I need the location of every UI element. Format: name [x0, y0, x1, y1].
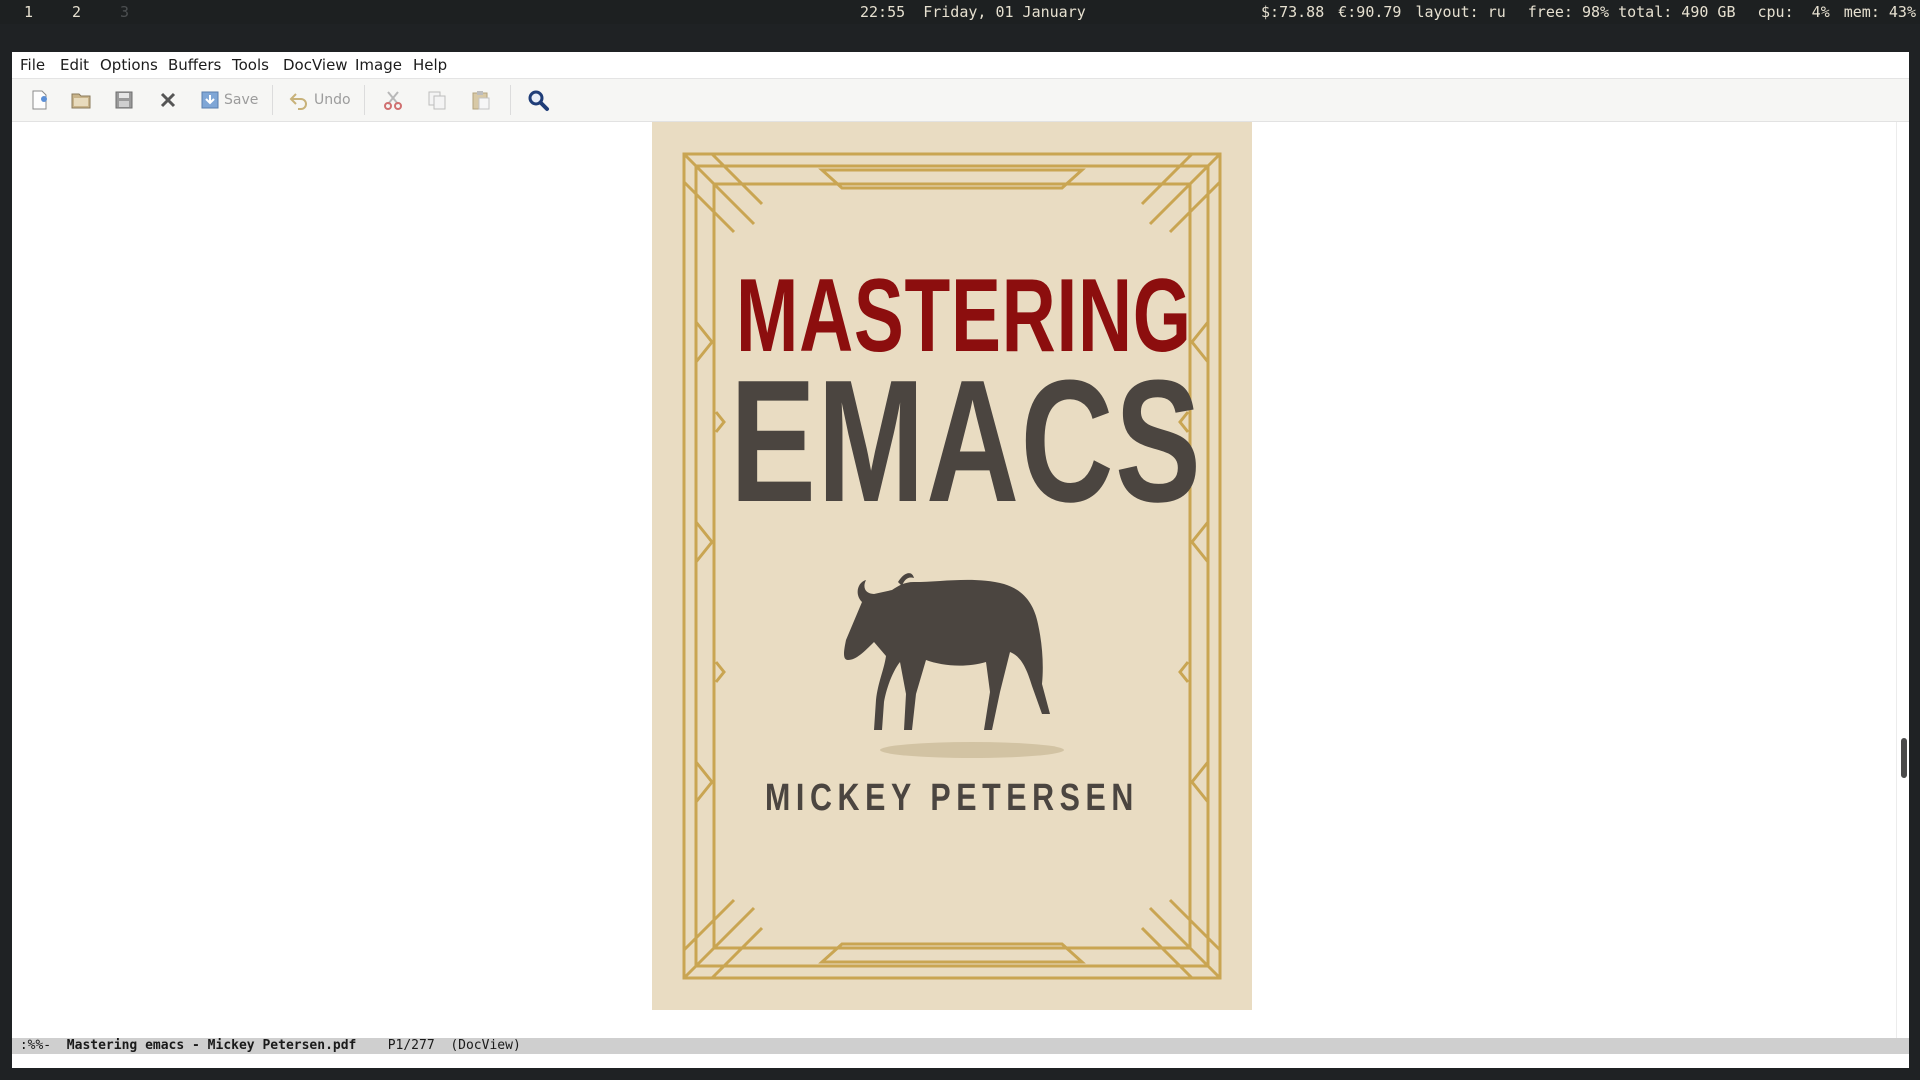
- cover-title-line2: EMACS: [730, 343, 1203, 538]
- menu-tools[interactable]: Tools: [232, 56, 269, 74]
- system-status-bar: 1 2 3 22:55 Friday, 01 January $:73.88 €:…: [0, 0, 1920, 24]
- mem-usage: mem: 43%: [1843, 3, 1916, 21]
- cpu-usage: cpu: 4%: [1757, 3, 1830, 21]
- mode-line: :%%- Mastering emacs - Mickey Petersen.p…: [12, 1038, 1909, 1054]
- undo-button[interactable]: Undo: [288, 88, 351, 112]
- menu-help[interactable]: Help: [413, 56, 447, 74]
- cut-button[interactable]: [382, 88, 404, 112]
- eur-rate: €:90.79: [1338, 3, 1402, 21]
- workspace-1[interactable]: 1: [24, 0, 33, 24]
- modeline-mode[interactable]: (DocView): [450, 1038, 520, 1053]
- undo-label: Undo: [314, 92, 351, 108]
- tool-bar: Save Undo: [12, 79, 1909, 122]
- vertical-scrollbar[interactable]: [1896, 122, 1909, 1038]
- menu-docview[interactable]: DocView: [283, 56, 348, 74]
- paste-icon: [472, 91, 490, 110]
- toolbar-separator: [272, 85, 273, 115]
- clock-date: Friday, 01 January: [923, 3, 1086, 21]
- menu-buffers[interactable]: Buffers: [168, 56, 221, 74]
- new-file-button[interactable]: [28, 88, 50, 112]
- menu-file[interactable]: File: [20, 56, 45, 74]
- menu-image[interactable]: Image: [355, 56, 402, 74]
- wildebeest-illustration: [844, 573, 1064, 758]
- emacs-frame: File Edit Options Buffers Tools DocView …: [12, 52, 1909, 1068]
- kill-buffer-button[interactable]: [157, 88, 179, 112]
- toolbar-separator: [364, 85, 365, 115]
- modeline-buffer-name[interactable]: Mastering emacs - Mickey Petersen.pdf: [67, 1038, 357, 1053]
- pdf-page: MASTERING EMACS MICKEY PETERSEN: [652, 122, 1252, 1010]
- clock: 22:55 Friday, 01 January: [860, 0, 1086, 24]
- system-info: $:73.88 €:90.79 layout: ru free: 98% total:…: [1247, 0, 1916, 24]
- new-file-icon: [32, 90, 47, 110]
- save-button[interactable]: Save: [200, 88, 258, 112]
- cut-icon: [384, 91, 402, 110]
- menu-bar: File Edit Options Buffers Tools DocView …: [12, 52, 1909, 79]
- keyboard-layout: layout: ru: [1415, 3, 1506, 21]
- menu-edit[interactable]: Edit: [60, 56, 89, 74]
- save-disk-icon: [115, 91, 133, 109]
- docview-area[interactable]: MASTERING EMACS MICKEY PETERSEN: [12, 122, 1897, 1038]
- search-icon: [528, 90, 549, 111]
- paste-button[interactable]: [470, 88, 492, 112]
- scrollbar-thumb[interactable]: [1901, 738, 1907, 778]
- search-button[interactable]: [526, 88, 550, 112]
- workspace-2[interactable]: 2: [72, 0, 81, 24]
- undo-icon: [289, 93, 307, 110]
- echo-area[interactable]: [12, 1054, 1909, 1068]
- open-folder-icon: [71, 93, 91, 109]
- workspace-3[interactable]: 3: [120, 0, 129, 24]
- save-icon: [201, 91, 219, 109]
- toolbar-separator: [510, 85, 511, 115]
- menu-options[interactable]: Options: [100, 56, 158, 74]
- close-icon: [160, 92, 176, 108]
- save-label: Save: [224, 92, 259, 108]
- copy-icon: [428, 91, 446, 110]
- disk-usage: free: 98% total: 490 GB: [1527, 3, 1736, 21]
- cover-author: MICKEY PETERSEN: [765, 777, 1139, 819]
- clock-time: 22:55: [860, 3, 906, 21]
- copy-button[interactable]: [426, 88, 448, 112]
- usd-rate: $:73.88: [1261, 3, 1325, 21]
- open-file-button[interactable]: [70, 88, 92, 112]
- save-file-button[interactable]: [113, 88, 135, 112]
- modeline-position: P1/277: [387, 1038, 435, 1053]
- modeline-status: :%%-: [19, 1038, 52, 1053]
